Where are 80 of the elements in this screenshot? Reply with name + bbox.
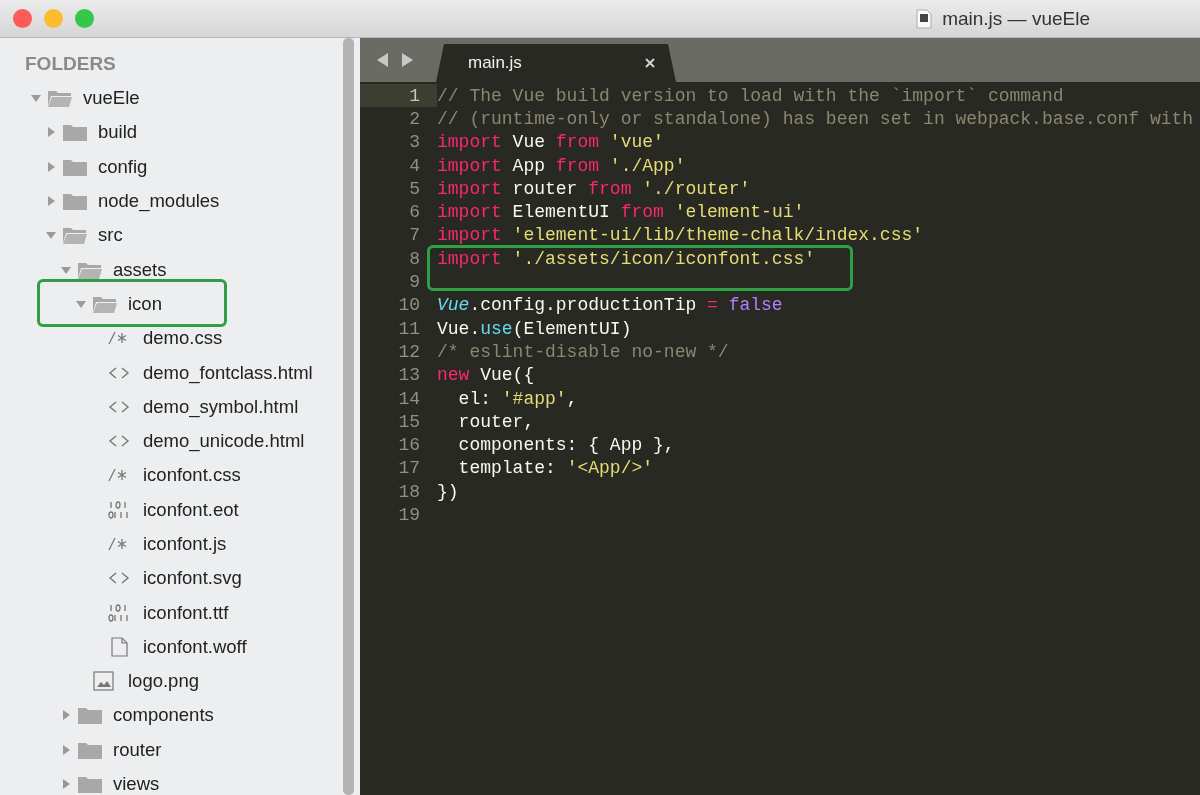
file-name[interactable]: iconfont.svg bbox=[143, 567, 242, 590]
folder-name[interactable]: build bbox=[98, 121, 138, 144]
close-window-button[interactable] bbox=[13, 9, 32, 28]
line-number: 7 bbox=[408, 224, 421, 248]
line-number: 11 bbox=[397, 317, 421, 341]
code-line: /* eslint-disable no-new */ bbox=[437, 341, 729, 362]
line-number: 14 bbox=[397, 387, 421, 411]
collapsed-arrow-icon[interactable] bbox=[45, 160, 57, 173]
code-line: import App from './App' bbox=[437, 155, 686, 176]
editor-tab[interactable]: main.js bbox=[436, 44, 676, 82]
line-number: 8 bbox=[408, 247, 421, 271]
file-name[interactable]: iconfont.js bbox=[143, 533, 227, 555]
code-line: }) bbox=[437, 481, 459, 502]
file-name[interactable]: iconfont.eot bbox=[143, 498, 239, 521]
collapsed-arrow-icon[interactable] bbox=[60, 778, 72, 791]
file-name[interactable]: iconfont.woff bbox=[143, 635, 247, 658]
code-line: el: '#app', bbox=[457, 388, 578, 409]
line-number: 10 bbox=[397, 294, 421, 317]
folder-name[interactable]: src bbox=[98, 224, 123, 247]
folder-name[interactable]: components bbox=[113, 704, 214, 727]
code-line: components: { App }, bbox=[457, 435, 675, 456]
file-name[interactable]: demo.css bbox=[143, 327, 223, 350]
code-line: import './assets/icon/iconfont.css' bbox=[437, 248, 816, 269]
line-number: 16 bbox=[397, 434, 421, 457]
code-line: import ElementUI from 'element-ui' bbox=[437, 202, 805, 223]
line-number: 13 bbox=[397, 364, 421, 387]
folder-name[interactable]: vueEle bbox=[83, 87, 140, 110]
code-line: import 'element-ui/lib/theme-chalk/index.css' bbox=[437, 225, 924, 246]
line-number: 12 bbox=[397, 340, 421, 364]
line-number: 15 bbox=[397, 410, 421, 434]
sidebar-heading: FOLDERS bbox=[24, 52, 117, 74]
close-icon[interactable] bbox=[644, 57, 656, 69]
line-number: 6 bbox=[408, 201, 421, 224]
folder-name[interactable]: router bbox=[113, 738, 162, 761]
zoom-window-button[interactable] bbox=[75, 9, 94, 28]
line-number: 5 bbox=[408, 177, 421, 201]
line-number: 19 bbox=[397, 504, 421, 527]
folder-name[interactable]: views bbox=[113, 773, 160, 795]
code-line: template: '<App/>' bbox=[457, 458, 654, 479]
collapsed-arrow-icon[interactable] bbox=[60, 709, 72, 722]
folder-name[interactable]: node_modules bbox=[98, 190, 220, 213]
folder-icon bbox=[62, 122, 88, 143]
line-number: 3 bbox=[408, 131, 421, 154]
scrollbar[interactable] bbox=[343, 38, 354, 795]
file-name[interactable]: iconfont.css bbox=[143, 464, 241, 487]
file-name[interactable]: demo_fontclass.html bbox=[143, 361, 313, 384]
line-number: 17 bbox=[397, 457, 421, 481]
collapsed-arrow-icon[interactable] bbox=[45, 126, 57, 139]
line-number: 9 bbox=[408, 271, 421, 294]
line-number: 1 bbox=[360, 84, 437, 108]
folder-icon bbox=[62, 191, 88, 212]
folder-name[interactable]: icon bbox=[128, 292, 162, 315]
collapsed-arrow-icon[interactable] bbox=[60, 743, 72, 756]
file-name[interactable]: demo_symbol.html bbox=[143, 395, 299, 418]
folder-icon bbox=[77, 774, 103, 795]
file-name[interactable]: demo_unicode.html bbox=[143, 430, 305, 453]
open-folder-icon bbox=[47, 88, 73, 109]
file-name[interactable]: iconfont.ttf bbox=[143, 601, 229, 624]
back-arrow-icon[interactable] bbox=[376, 52, 390, 68]
line-number: 4 bbox=[408, 154, 421, 178]
collapsed-arrow-icon[interactable] bbox=[45, 195, 57, 208]
minimize-window-button[interactable] bbox=[44, 9, 63, 28]
file-name[interactable]: logo.png bbox=[128, 670, 199, 693]
line-number: 18 bbox=[397, 480, 421, 504]
line-number: 2 bbox=[408, 107, 421, 131]
folder-icon bbox=[77, 705, 103, 726]
code-line: router, bbox=[457, 411, 535, 432]
code-line: new Vue({ bbox=[437, 365, 535, 386]
forward-arrow-icon[interactable] bbox=[400, 52, 414, 68]
code-line: import router from './router' bbox=[437, 178, 751, 199]
document-icon bbox=[916, 8, 933, 29]
code-line: // The Vue build version to load with the `import` command bbox=[437, 85, 1064, 106]
code-line: Vue.use(ElementUI) bbox=[437, 318, 632, 339]
folder-name[interactable]: config bbox=[98, 155, 148, 178]
code-line: import Vue from 'vue' bbox=[437, 132, 664, 153]
folder-name[interactable]: assets bbox=[113, 258, 167, 281]
code-line: // (runtime-only or standalone) has been set in webpack.base.conf with bbox=[437, 108, 1194, 129]
code-line: Vue.config.productionTip = false bbox=[437, 295, 783, 316]
open-folder-icon bbox=[62, 225, 88, 246]
window-title: main.js — vueEle bbox=[942, 7, 1090, 30]
